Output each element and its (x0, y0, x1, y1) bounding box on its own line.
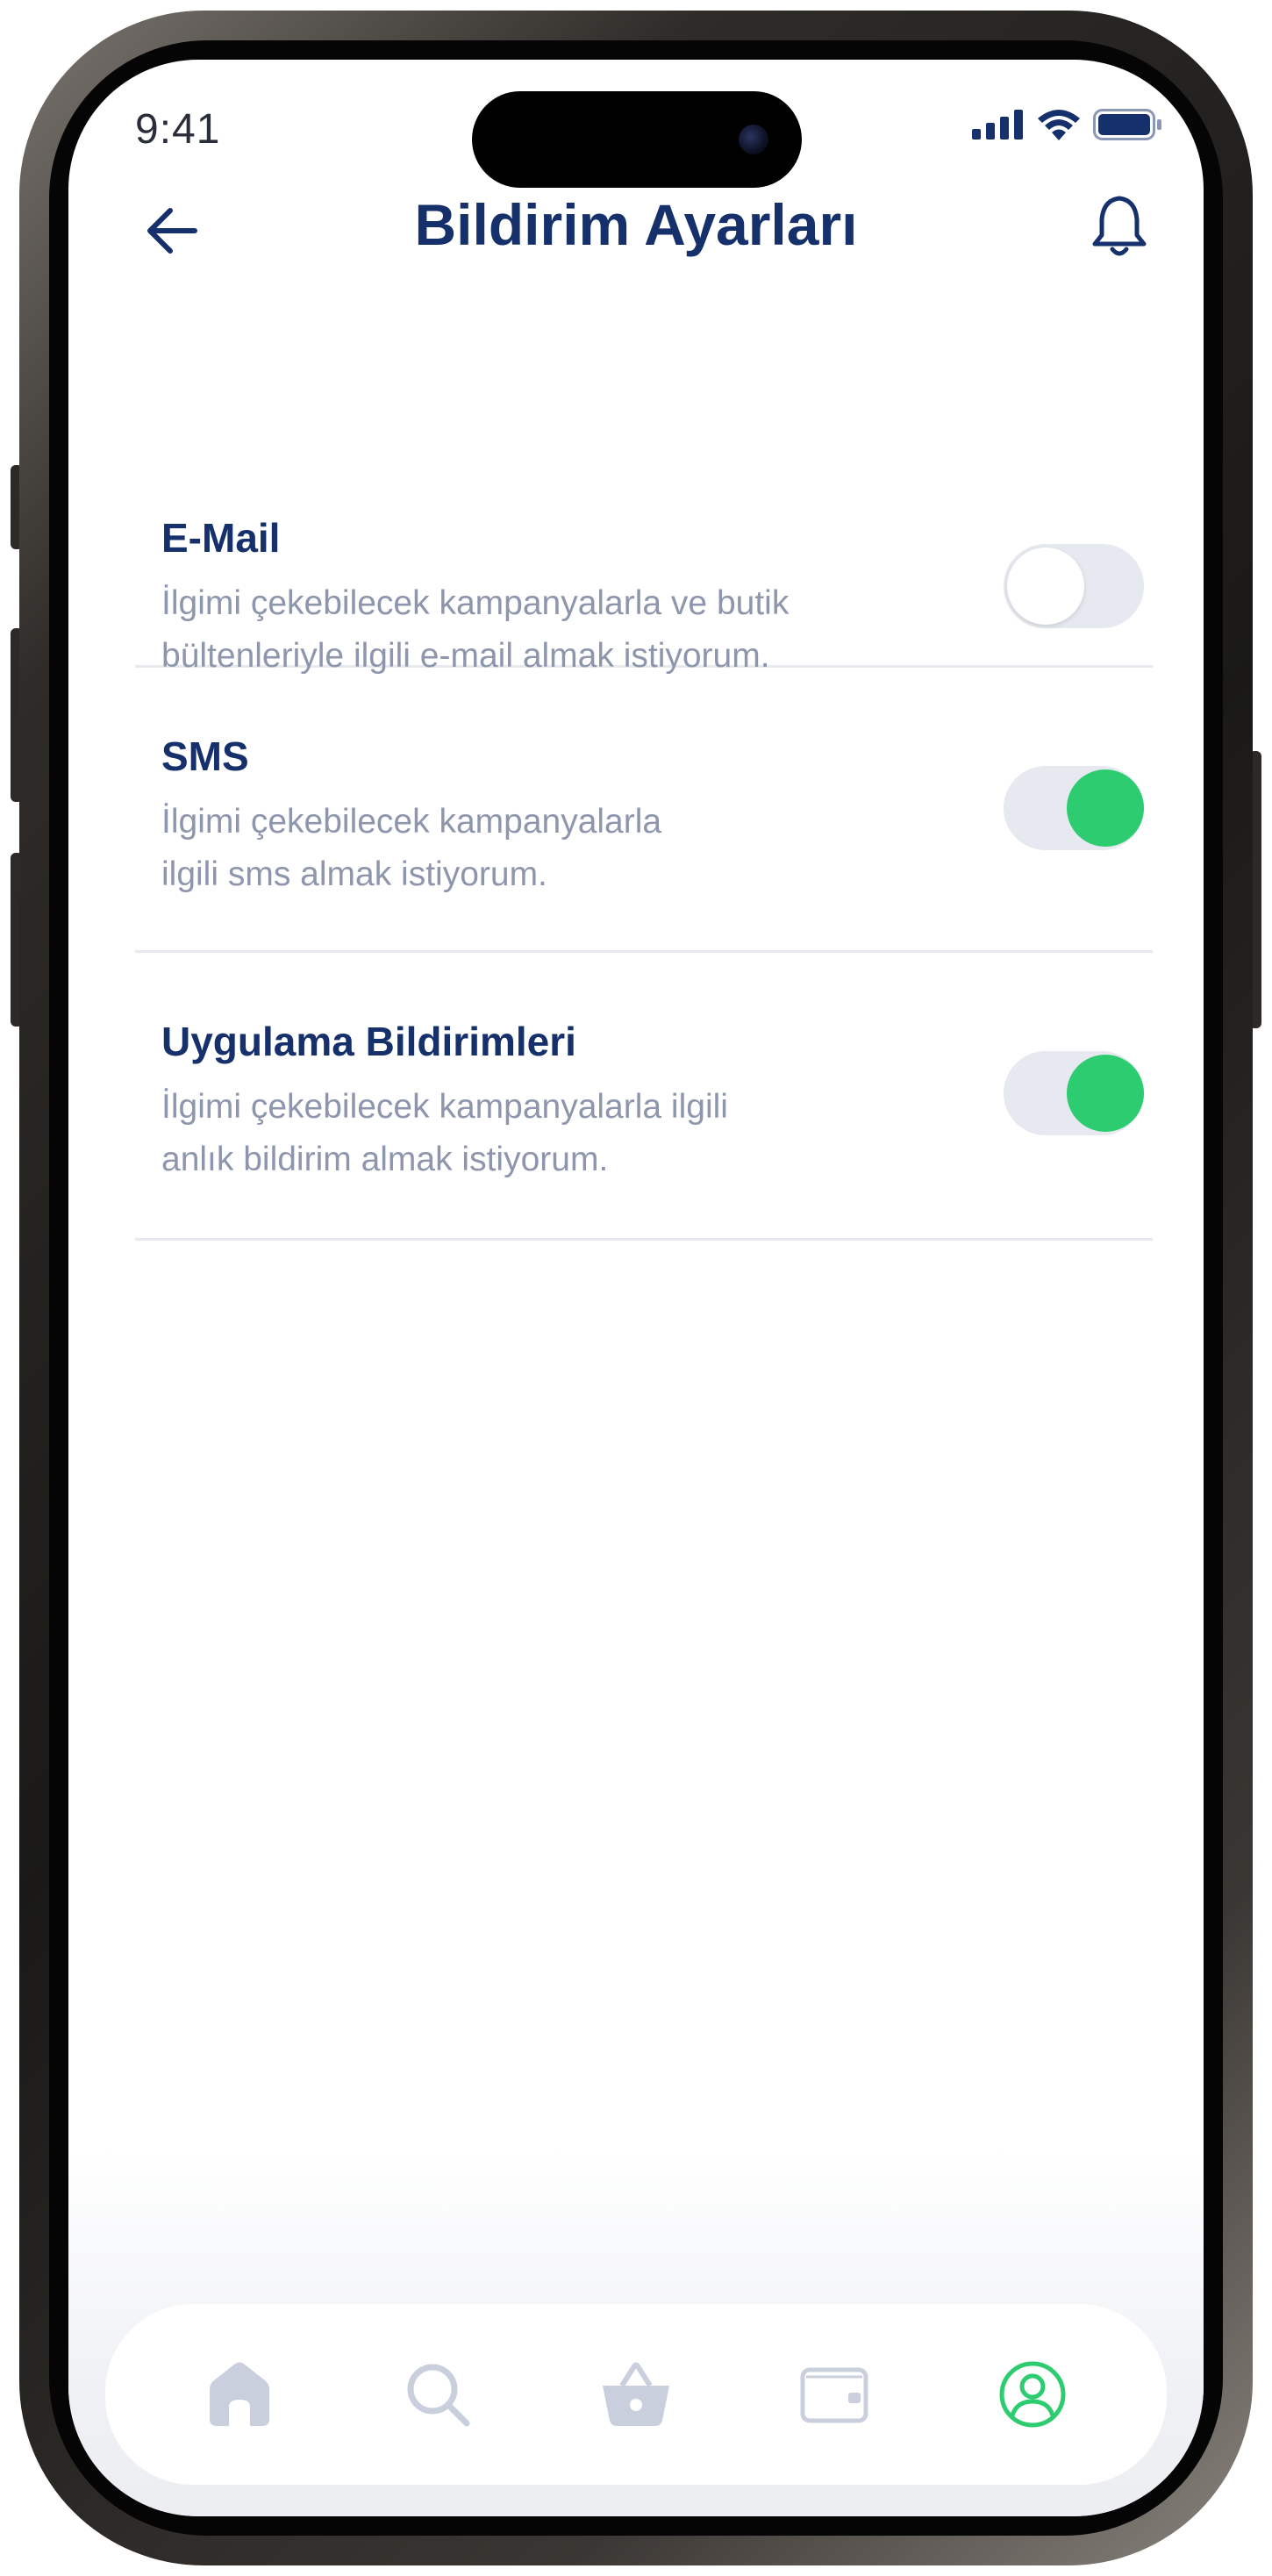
profile-icon (999, 2361, 1066, 2428)
bottom-navigation (105, 2304, 1167, 2485)
front-camera-icon (739, 125, 768, 154)
toggle-knob (1007, 547, 1084, 625)
setting-row-sms: SMS İlgimi çekebilecek kampanyalarla ilg… (135, 668, 1153, 953)
description-line: ilgili sms almak istiyorum. (161, 855, 547, 893)
nav-profile[interactable] (993, 2355, 1072, 2434)
basket-icon (603, 2362, 669, 2426)
description-line: İlgimi çekebilecek kampanyalarla (161, 803, 662, 841)
status-time: 9:41 (135, 106, 221, 153)
email-toggle[interactable] (1004, 544, 1144, 628)
nav-search[interactable] (398, 2355, 477, 2434)
search-icon (407, 2364, 470, 2427)
app-screen: 9:41 Bildirim Ayarları E-Mail İlgimi çek… (68, 60, 1204, 2516)
description-line: anlık bildirim almak istiyorum. (161, 1141, 609, 1178)
cellular-signal-icon (972, 110, 1023, 140)
setting-description: İlgimi çekebilecek kampanyalarla ve buti… (161, 577, 789, 683)
battery-icon (1093, 109, 1161, 140)
toggle-knob (1067, 1055, 1144, 1132)
setting-description: İlgimi çekebilecek kampanyalarla ilgili … (161, 1081, 728, 1186)
setting-row-email: E-Mail İlgimi çekebilecek kampanyalarla … (135, 454, 1153, 675)
description-line: İlgimi çekebilecek kampanyalarla ve buti… (161, 584, 790, 622)
setting-title: SMS (161, 733, 249, 779)
wallet-icon (800, 2367, 868, 2423)
setting-title: E-Mail (161, 515, 281, 561)
description-line: İlgimi çekebilecek kampanyalarla ilgili (161, 1088, 728, 1126)
status-icons (972, 109, 1163, 140)
setting-title: Uygulama Bildirimleri (161, 1019, 576, 1064)
bell-icon (1092, 196, 1147, 256)
wifi-icon (1038, 110, 1080, 140)
home-icon (210, 2362, 269, 2426)
dynamic-island (472, 91, 802, 188)
nav-wallet[interactable] (795, 2355, 874, 2434)
nav-basket[interactable] (597, 2355, 675, 2434)
setting-description: İlgimi çekebilecek kampanyalarla ilgili … (161, 796, 661, 901)
app-notifications-toggle[interactable] (1004, 1051, 1144, 1135)
setting-row-app-notifications: Uygulama Bildirimleri İlgimi çekebilecek… (135, 953, 1153, 1241)
toggle-knob (1067, 769, 1144, 847)
notifications-button[interactable] (1084, 191, 1154, 261)
page-title: Bildirim Ayarları (414, 192, 858, 257)
nav-home[interactable] (200, 2355, 279, 2434)
sms-toggle[interactable] (1004, 766, 1144, 850)
